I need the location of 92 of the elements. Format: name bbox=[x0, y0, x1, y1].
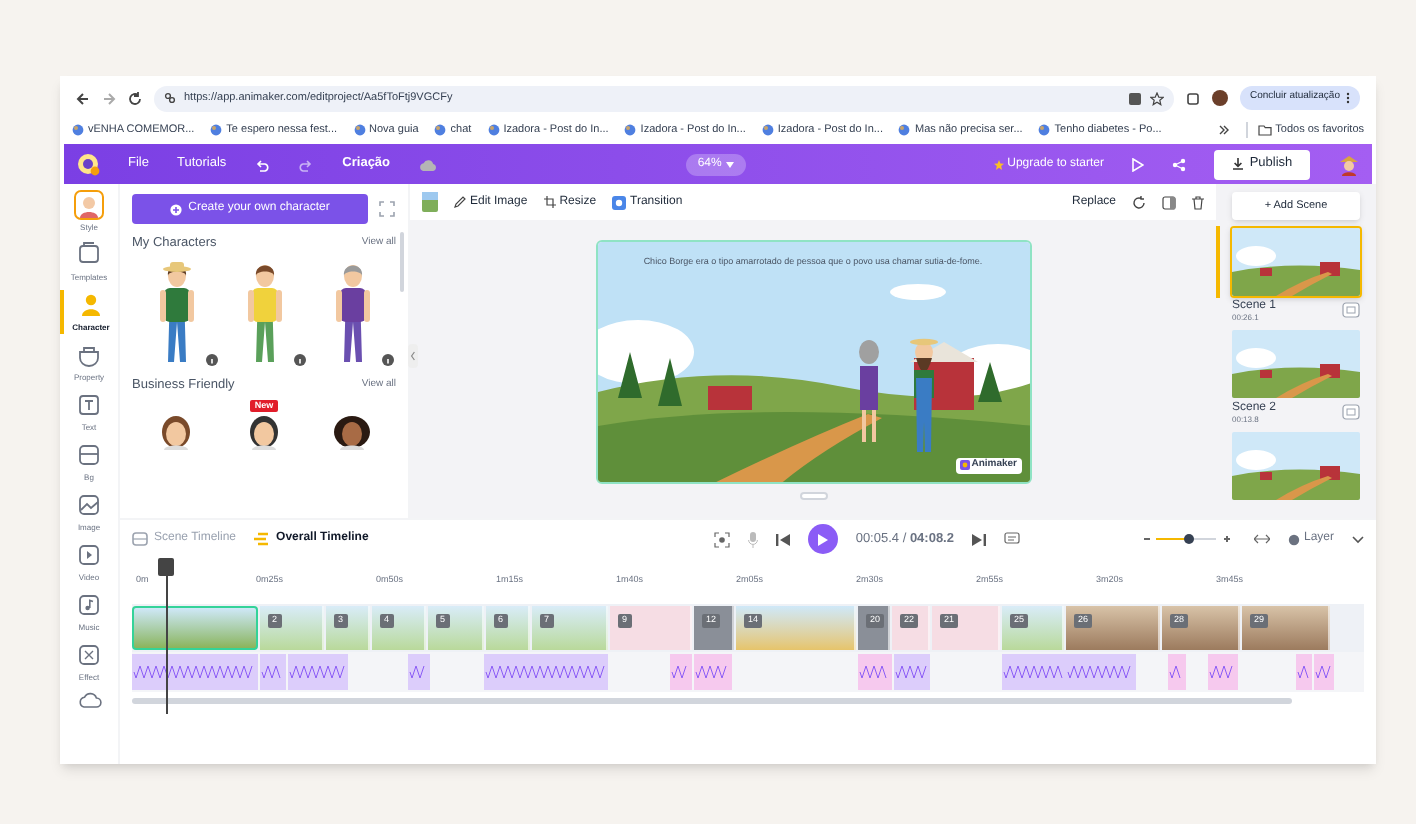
globe-icon bbox=[1038, 124, 1051, 136]
character-head[interactable] bbox=[156, 414, 196, 451]
audio-clip[interactable] bbox=[670, 654, 692, 690]
reload-icon[interactable] bbox=[128, 91, 142, 105]
undo-icon[interactable] bbox=[254, 157, 271, 171]
scene-thumbnail[interactable] bbox=[1230, 429, 1362, 502]
pencil-icon bbox=[454, 196, 466, 208]
text-icon bbox=[74, 390, 104, 420]
download-icon bbox=[1231, 158, 1244, 170]
collapse-handle-icon[interactable] bbox=[408, 344, 418, 368]
layers-icon bbox=[254, 532, 271, 546]
focus-icon[interactable] bbox=[713, 531, 730, 547]
plus-circle-icon bbox=[170, 203, 183, 215]
globe-icon bbox=[72, 124, 84, 136]
chevron-double-icon[interactable] bbox=[1217, 124, 1230, 136]
film-icon bbox=[132, 532, 148, 546]
star-icon bbox=[993, 159, 1004, 169]
resize-handle[interactable] bbox=[799, 491, 827, 499]
scene-settings-icon[interactable] bbox=[1342, 404, 1360, 421]
logo-icon bbox=[959, 460, 970, 471]
audio-clip[interactable] bbox=[694, 654, 732, 690]
person-icon bbox=[76, 290, 106, 320]
globe-icon bbox=[761, 124, 774, 136]
chevron-down-icon[interactable] bbox=[1352, 535, 1364, 543]
globe-icon bbox=[898, 124, 911, 136]
crop-icon bbox=[543, 196, 556, 208]
audio-clip[interactable] bbox=[288, 654, 348, 690]
scene-thumbnail[interactable] bbox=[1230, 226, 1362, 298]
zoom-in-icon[interactable] bbox=[1223, 536, 1230, 542]
horizontal-scrollbar[interactable] bbox=[132, 698, 1292, 704]
playhead[interactable] bbox=[156, 558, 176, 714]
globe-icon bbox=[434, 124, 447, 136]
play-icon[interactable] bbox=[1132, 157, 1144, 171]
play-icon bbox=[817, 533, 828, 545]
cloud-upload-icon[interactable] bbox=[77, 690, 101, 708]
music-icon bbox=[74, 590, 104, 620]
audio-clip[interactable] bbox=[858, 654, 892, 690]
play-button[interactable] bbox=[807, 524, 838, 554]
subtitles-icon[interactable] bbox=[1003, 532, 1020, 546]
audio-clip[interactable] bbox=[484, 654, 608, 690]
profile-avatar[interactable] bbox=[1211, 90, 1228, 106]
star-icon[interactable] bbox=[1149, 91, 1164, 105]
character-head[interactable] bbox=[244, 414, 284, 451]
scrollbar[interactable] bbox=[400, 232, 404, 292]
user-avatar-icon[interactable] bbox=[1338, 153, 1360, 175]
audio-clip[interactable] bbox=[1296, 654, 1312, 690]
audio-clip[interactable] bbox=[1168, 654, 1186, 690]
image-icon bbox=[74, 490, 104, 520]
app-logo-icon[interactable] bbox=[76, 152, 100, 176]
scene-settings-icon[interactable] bbox=[1342, 302, 1360, 319]
transition-icon bbox=[612, 195, 627, 209]
forward-icon[interactable] bbox=[102, 91, 116, 105]
redo-icon[interactable] bbox=[298, 157, 315, 171]
back-icon[interactable] bbox=[76, 91, 90, 105]
layer-icon bbox=[1287, 533, 1300, 545]
slider-thumb[interactable] bbox=[1183, 534, 1194, 544]
globe-icon bbox=[624, 124, 637, 136]
caret-icon bbox=[725, 161, 734, 167]
timeline-clip[interactable] bbox=[132, 606, 258, 650]
reset-icon[interactable] bbox=[1132, 195, 1146, 209]
scene-thumbnail[interactable] bbox=[1230, 327, 1362, 400]
effect-icon bbox=[74, 640, 104, 670]
video-icon bbox=[74, 540, 104, 570]
audio-clip[interactable] bbox=[1314, 654, 1334, 690]
audio-clip[interactable] bbox=[408, 654, 430, 690]
info-icon[interactable] bbox=[205, 353, 217, 366]
info-icon[interactable] bbox=[381, 353, 393, 366]
info-icon[interactable] bbox=[293, 353, 305, 366]
audio-clip[interactable] bbox=[1002, 654, 1066, 690]
audio-clip[interactable] bbox=[260, 654, 286, 690]
cloud-saved-icon bbox=[418, 157, 439, 171]
split-icon[interactable] bbox=[1162, 195, 1176, 209]
audio-clip[interactable] bbox=[1066, 654, 1136, 690]
fit-width-icon[interactable] bbox=[1253, 534, 1270, 544]
globe-icon bbox=[487, 124, 500, 136]
background-icon bbox=[74, 440, 104, 470]
extensions-icon[interactable] bbox=[1185, 91, 1200, 105]
character-head[interactable] bbox=[332, 414, 372, 451]
site-info-icon bbox=[164, 92, 176, 104]
folder-icon bbox=[1257, 124, 1272, 136]
globe-icon bbox=[353, 124, 366, 136]
scene-thumbnail-icon[interactable] bbox=[422, 192, 438, 212]
skip-forward-icon[interactable] bbox=[971, 533, 986, 545]
audio-clip[interactable] bbox=[1208, 654, 1238, 690]
share-icon[interactable] bbox=[1172, 157, 1186, 171]
translate-icon[interactable] bbox=[1127, 91, 1142, 105]
globe-icon bbox=[210, 124, 223, 136]
avatar-icon bbox=[74, 190, 104, 220]
skip-back-icon[interactable] bbox=[775, 533, 790, 545]
trash-icon[interactable] bbox=[1192, 195, 1204, 209]
audio-clip[interactable] bbox=[132, 654, 258, 690]
audio-clip[interactable] bbox=[894, 654, 930, 690]
